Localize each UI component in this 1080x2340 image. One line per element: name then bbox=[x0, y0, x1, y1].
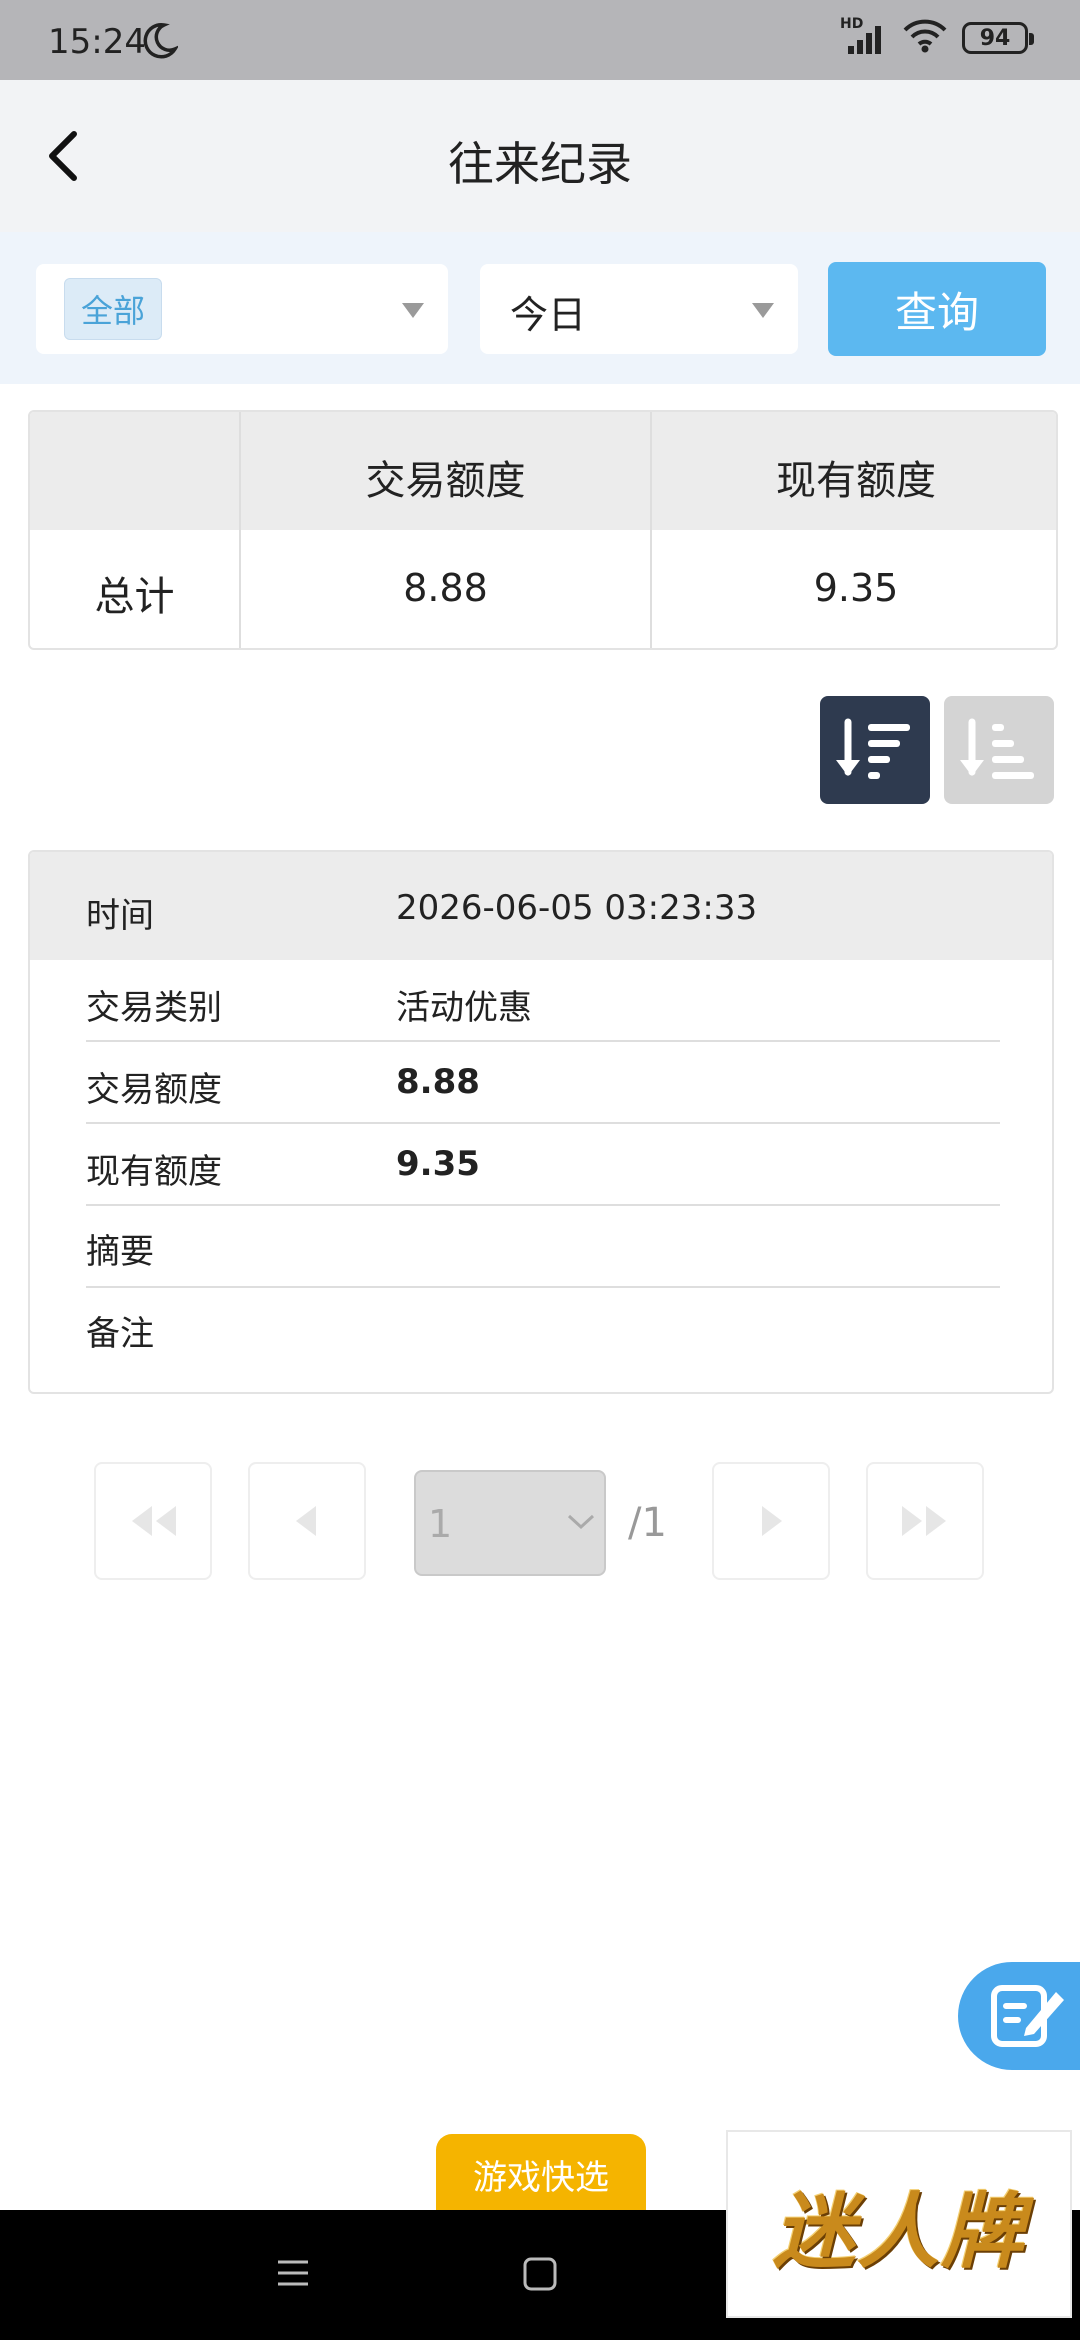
type-tag[interactable]: 全部 bbox=[64, 278, 162, 340]
record-row-value: 9.35 bbox=[396, 1144, 480, 1184]
summary-row-label: 总计 bbox=[94, 574, 175, 620]
summary-col-trade: 交易额度 bbox=[365, 458, 526, 504]
chevron-down-icon bbox=[566, 1512, 596, 1536]
chevron-down-icon bbox=[402, 303, 424, 318]
sort-desc-button[interactable] bbox=[820, 696, 930, 804]
last-page-button[interactable] bbox=[866, 1462, 984, 1580]
summary-col-balance: 现有额度 bbox=[776, 458, 936, 504]
sort-asc-button[interactable] bbox=[944, 696, 1054, 804]
divider bbox=[86, 1286, 1000, 1288]
chevron-down-icon bbox=[752, 303, 774, 318]
quick-pick-button[interactable]: 游戏快选 bbox=[436, 2134, 646, 2214]
sort-desc-icon bbox=[836, 718, 910, 779]
page-title: 往来纪录 bbox=[448, 137, 632, 191]
double-chevron-left-icon bbox=[132, 1506, 176, 1536]
status-icons: HD 94 bbox=[840, 16, 1034, 58]
summary-table: 交易额度 现有额度 总计 8.88 9.35 bbox=[28, 410, 1058, 650]
home-nav-icon[interactable] bbox=[522, 2256, 558, 2296]
signal-icon: HD bbox=[840, 16, 888, 56]
menu-nav-icon[interactable] bbox=[276, 2256, 310, 2294]
record-row-label: 现有额度 bbox=[86, 1152, 222, 1192]
brand-logo-text: 迷人牌 bbox=[773, 2183, 1025, 2280]
double-chevron-right-icon bbox=[902, 1506, 946, 1536]
record-row-label: 摘要 bbox=[86, 1232, 154, 1272]
summary-trade-value: 8.88 bbox=[403, 566, 488, 610]
divider bbox=[86, 1040, 1000, 1042]
chevron-left-icon bbox=[296, 1506, 316, 1536]
edit-icon bbox=[991, 1985, 1064, 2047]
summary-balance-value: 9.35 bbox=[813, 566, 899, 610]
page-current: 1 bbox=[428, 1502, 453, 1546]
first-page-button[interactable] bbox=[94, 1462, 212, 1580]
record-row-label: 交易类别 bbox=[86, 988, 222, 1028]
battery-indicator: 94 bbox=[962, 22, 1034, 54]
period-value: 今日 bbox=[510, 293, 587, 337]
wifi-icon bbox=[902, 18, 948, 58]
record-row-label: 交易额度 bbox=[86, 1070, 222, 1110]
record-time-value: 2026-06-05 03:23:33 bbox=[396, 888, 758, 928]
prev-page-button[interactable] bbox=[248, 1462, 366, 1580]
query-button[interactable]: 查询 bbox=[828, 262, 1046, 356]
status-time: 15:24 bbox=[48, 22, 146, 62]
edit-fab[interactable] bbox=[958, 1962, 1080, 2070]
brand-logo: 迷人牌 bbox=[726, 2130, 1072, 2318]
record-card: 时间 2026-06-05 03:23:33 交易类别 活动优惠 交易额度 8.… bbox=[28, 850, 1054, 1394]
divider bbox=[86, 1122, 1000, 1124]
sort-asc-icon bbox=[960, 718, 1034, 779]
next-page-button[interactable] bbox=[712, 1462, 830, 1580]
page-total: /1 bbox=[628, 1500, 667, 1546]
moon-icon bbox=[142, 22, 180, 64]
chevron-right-icon bbox=[762, 1506, 782, 1536]
record-row-value: 活动优惠 bbox=[396, 988, 532, 1028]
record-row-value: 8.88 bbox=[396, 1062, 480, 1102]
divider bbox=[86, 1204, 1000, 1206]
record-row-label: 备注 bbox=[86, 1314, 154, 1354]
record-time-label: 时间 bbox=[86, 896, 154, 936]
